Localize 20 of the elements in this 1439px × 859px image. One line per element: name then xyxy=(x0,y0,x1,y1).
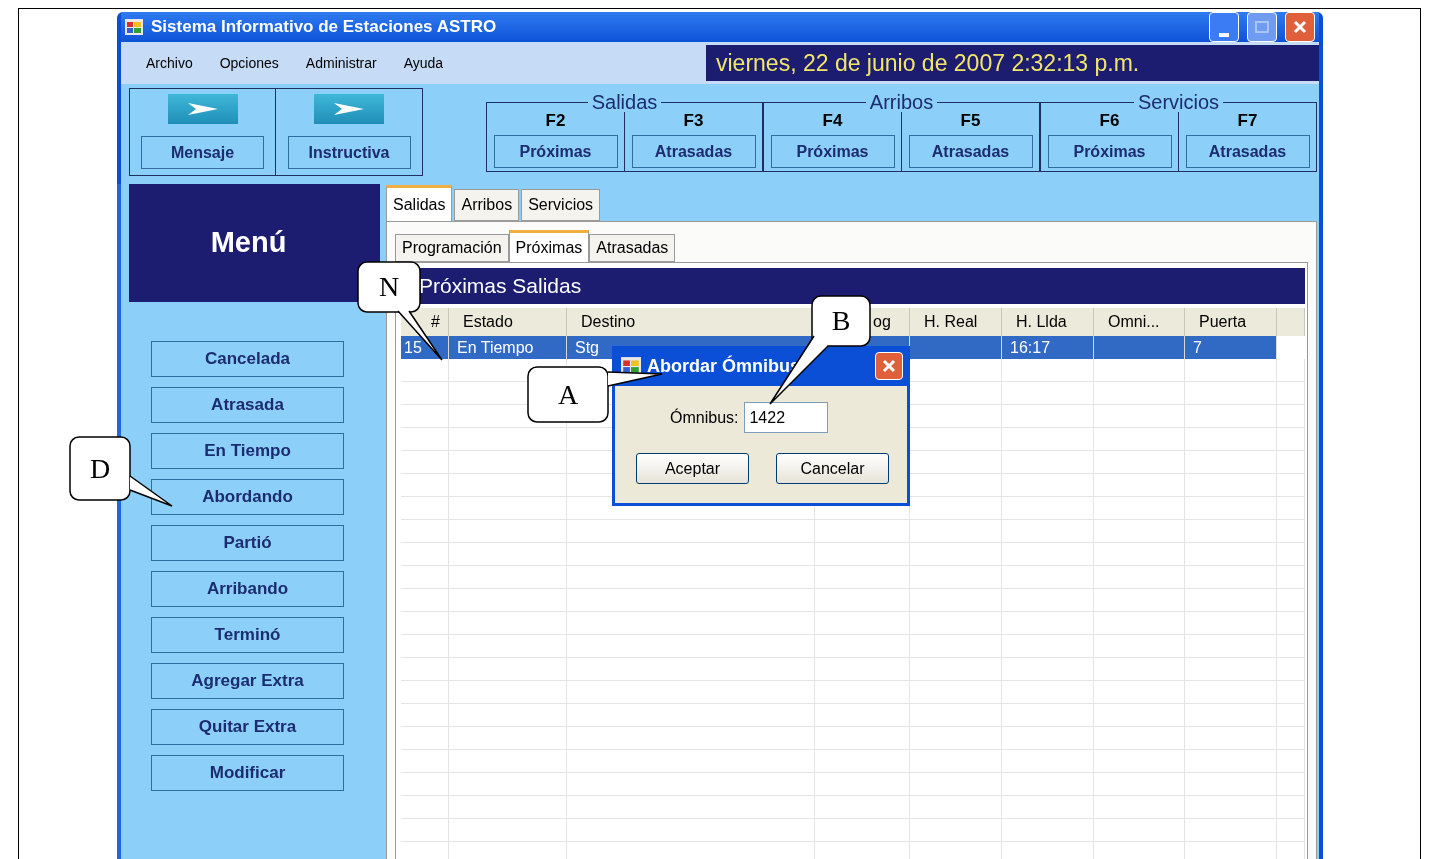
function-key-label: F4 xyxy=(822,111,843,131)
table-cell: En Tiempo xyxy=(449,336,567,359)
callout-letter: N xyxy=(377,272,401,302)
function-key-label: F2 xyxy=(545,111,566,131)
function-key-label: F3 xyxy=(683,111,704,131)
function-key-label: F5 xyxy=(960,111,981,131)
table-cell: 7 xyxy=(1185,336,1277,359)
callout-letter: B xyxy=(830,306,852,336)
function-key-label: F6 xyxy=(1099,111,1120,131)
group-title: Salidas xyxy=(587,92,662,112)
group-title: Arribos xyxy=(865,92,938,112)
callout-letter: A xyxy=(556,379,580,410)
window-title: Sistema Informativo de Estaciones ASTRO xyxy=(151,16,497,39)
field-label: Ómnibus: xyxy=(670,407,739,428)
function-key-label: F7 xyxy=(1237,111,1258,131)
table-cell: 16:17 xyxy=(1002,336,1094,359)
menu-header: Menú xyxy=(129,184,380,302)
group-title: Servicios xyxy=(1133,92,1224,112)
callout-letter: D xyxy=(88,453,112,484)
date-time-display: viernes, 22 de junio de 2007 2:32:13 p.m. xyxy=(706,45,1319,81)
